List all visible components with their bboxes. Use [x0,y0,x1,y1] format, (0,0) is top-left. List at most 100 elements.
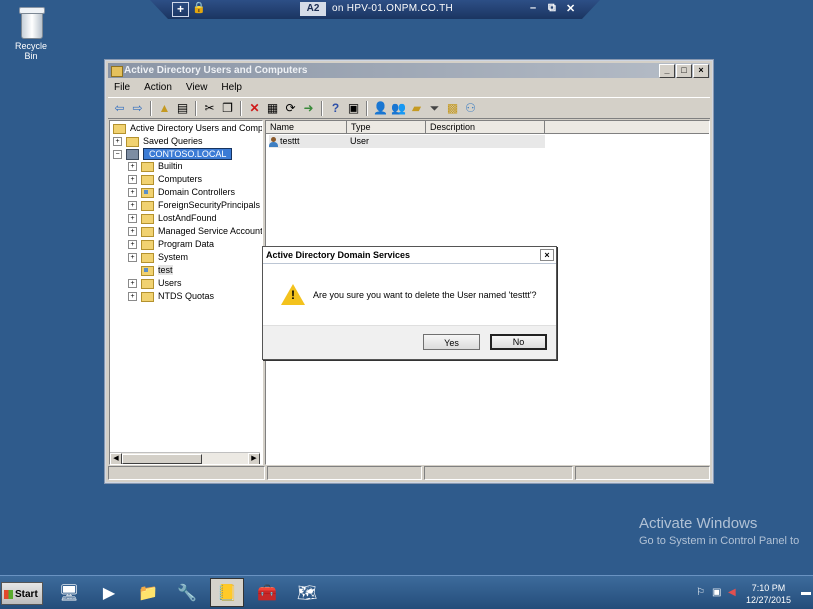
tree-item-label: LostAndFound [158,213,217,223]
toolbox-taskbar-icon[interactable]: 🧰 [250,578,284,607]
show-hide-tree-icon[interactable]: ▤ [175,101,190,116]
tree-root-label: Active Directory Users and Comput [130,123,263,133]
menu-file[interactable]: File [114,80,130,96]
forward-icon[interactable]: ⇨ [130,101,145,116]
tree-item-label: Managed Service Accounts [158,226,263,236]
up-icon[interactable]: ▲ [157,101,172,116]
column-header-description[interactable]: Description [426,121,545,134]
refresh-icon[interactable]: ⟳ [283,101,298,116]
dialog-title-bar[interactable]: Active Directory Domain Services × [263,247,556,264]
tree-item-label: ForeignSecurityPrincipals [158,200,261,210]
speaker-muted-icon[interactable]: ◀ [728,587,736,598]
export-icon[interactable]: ➜ [301,101,316,116]
show-desktop-icon[interactable]: ▬ [801,587,811,598]
server-manager-taskbar-icon[interactable]: 🖥 [52,578,86,607]
column-header-name[interactable]: Name [266,121,347,134]
menu-bar: File Action View Help [108,80,710,96]
delete-confirmation-dialog: Active Directory Domain Services × ! Are… [262,246,557,360]
remote-minimize-button[interactable]: – [530,2,536,14]
back-icon[interactable]: ⇦ [112,101,127,116]
tree-item-ntds-quotas[interactable]: + NTDS Quotas [128,290,214,303]
delete-icon[interactable]: ✕ [247,101,262,116]
tree-item-test[interactable]: test [141,264,173,277]
tree-item-system[interactable]: + System [128,251,188,264]
scroll-left-icon[interactable]: ◀ [110,453,122,464]
new-user-icon[interactable]: 👤 [373,101,388,116]
tree-item-label: Program Data [158,239,215,249]
tree-root[interactable]: Active Directory Users and Comput [113,122,263,135]
powershell-taskbar-icon[interactable]: ▶ [92,578,126,607]
folder-icon [141,239,154,250]
table-row[interactable]: testtt User [269,135,545,148]
dialog-button-area: Yes No [263,325,556,359]
menu-help[interactable]: Help [221,80,242,96]
help-icon[interactable]: ? [328,101,343,116]
dialog-title: Active Directory Domain Services [266,250,411,260]
recycle-bin-label: Recycle Bin [14,41,47,61]
clock-time: 7:10 PM [751,583,786,593]
scroll-thumb[interactable] [122,454,202,464]
network-icon[interactable]: ▣ [712,587,721,598]
expand-icon[interactable]: + [113,137,122,147]
menu-action[interactable]: Action [144,80,172,96]
recycle-bin-shortcut[interactable]: Recycle Bin [8,5,54,61]
toolbar: ⇦ ⇨ ▲ ▤ ✂ ❐ ✕ ▦ ⟳ ➜ ? ▣ 👤 👥 ▰ ⏷ ▩ ⚇ [108,97,710,119]
folder-icon [141,200,154,211]
column-header-spacer [545,121,709,134]
tree-saved-queries[interactable]: + Saved Queries [113,135,203,148]
yes-button[interactable]: Yes [423,334,480,350]
tree-item-program-data[interactable]: + Program Data [128,238,214,251]
close-button[interactable]: × [693,64,709,78]
tree-item-builtin[interactable]: + Builtin [128,160,183,173]
aduc-taskbar-icon[interactable]: 📒 [210,578,244,607]
folder-icon [141,291,154,302]
console-icon[interactable]: ▣ [346,101,361,116]
delegate-icon[interactable]: ⚇ [463,101,478,116]
filter-icon[interactable]: ⏷ [427,101,442,116]
remote-restore-button[interactable]: ⧉ [548,2,556,15]
tree-item-label: Saved Queries [143,136,203,146]
warning-icon: ! [281,284,305,305]
maximize-button[interactable]: □ [676,64,692,78]
watermark-subtitle: Go to System in Control Panel to [639,535,800,547]
folder-icon [141,252,154,263]
folder-icon [141,174,154,185]
remote-connection-bar: + 🔒 A2 on HPV-01.ONPM.CO.TH – ⧉ ✕ [150,0,600,19]
status-bar [108,466,710,480]
clock[interactable]: 7:10 PM 12/27/2015 [746,582,791,606]
no-button[interactable]: No [490,334,547,350]
menu-view[interactable]: View [186,80,208,96]
tree-item-computers[interactable]: + Computers [128,173,202,186]
tree-horizontal-scrollbar[interactable]: ◀ ▶ [110,452,260,464]
scroll-right-icon[interactable]: ▶ [248,453,260,464]
cut-icon[interactable]: ✂ [202,101,217,116]
tree-item-foreign-security-principals[interactable]: + ForeignSecurityPrincipals [128,199,260,212]
tree-item-lost-and-found[interactable]: + LostAndFound [128,212,217,225]
explorer-taskbar-icon[interactable]: 📁 [131,578,165,607]
tree-item-users[interactable]: + Users [128,277,182,290]
window-title-bar[interactable]: Active Directory Users and Computers _ □… [108,63,710,78]
pin-icon[interactable]: + [172,2,189,17]
tools-taskbar-icon[interactable]: 🔧 [170,578,204,607]
copy-icon[interactable]: ❐ [220,101,235,116]
collapse-icon[interactable]: − [113,150,122,160]
dialog-close-button[interactable]: × [540,249,554,261]
minimize-button[interactable]: _ [659,64,675,78]
ldp-taskbar-icon[interactable]: 🗺 [290,578,324,607]
column-header-type[interactable]: Type [347,121,426,134]
new-group-icon[interactable]: 👥 [391,101,406,116]
navigation-tree: Active Directory Users and Comput + Saved… [109,120,263,465]
tree-item-label: Users [158,278,182,288]
session-badge: A2 [300,2,326,16]
properties-icon[interactable]: ▦ [265,101,280,116]
tree-item-domain-controllers[interactable]: + Domain Controllers [128,186,235,199]
new-ou-icon[interactable]: ▰ [409,101,424,116]
folder-icon [141,226,154,237]
tree-item-managed-service-accounts[interactable]: + Managed Service Accounts [128,225,263,238]
start-label: Start [15,589,38,600]
flag-icon[interactable]: ⚐ [696,587,705,598]
remote-close-button[interactable]: ✕ [566,2,575,15]
taskbar: Start 🖥 ▶ 📁 🔧 📒 🧰 🗺 ⚐ ▣ ◀ 7:10 PM 12/27/… [0,575,813,609]
add-to-group-icon[interactable]: ▩ [445,101,460,116]
start-button[interactable]: Start [1,582,43,605]
